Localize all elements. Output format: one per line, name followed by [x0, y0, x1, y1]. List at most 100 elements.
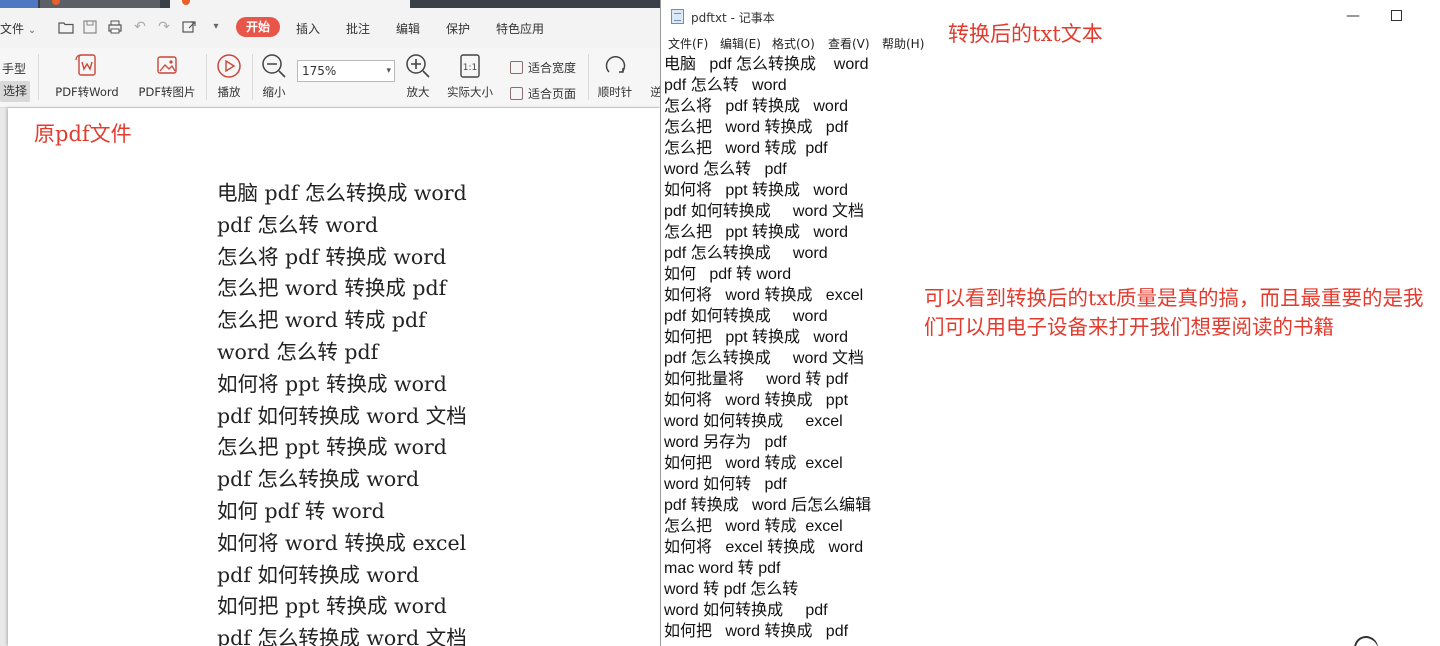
notepad-menu-edit[interactable]: 编辑(E) [720, 35, 761, 52]
play-button[interactable]: 播放 [212, 52, 246, 100]
pdf-reader-window: 文件 ⌄ ↶ ↷ ▾ 开始 插入 批注 编辑 保护 特色应用 手型 选择 PDF… [0, 0, 660, 646]
notepad-title: pdftxt - 记事本 [691, 11, 775, 25]
minimize-icon: — [1346, 8, 1360, 24]
pdf-text-line: pdf 怎么转换成 word [217, 467, 420, 492]
pdf-text-line: word 怎么转 pdf [217, 339, 379, 364]
chevron-down-icon: ▾ [386, 66, 391, 76]
rotate-clockwise-label: 顺时针 [597, 85, 633, 99]
save-icon[interactable] [82, 19, 98, 35]
pdf-to-image-button[interactable]: PDF转图片 [136, 52, 198, 100]
customize-dropdown-icon[interactable]: ▾ [208, 19, 224, 35]
notepad-menu-format[interactable]: 格式(O) [772, 35, 815, 52]
maximize-icon [1390, 10, 1402, 21]
notepad-text-line: pdf 如何转换成 word 文档 [664, 203, 865, 220]
notepad-text-line: 如何将 word 转换成 excel [664, 287, 864, 304]
pdf-to-word-icon [75, 54, 96, 76]
rotate-clockwise-icon [605, 56, 626, 73]
tab-insert[interactable]: 插入 [296, 20, 320, 37]
tab-special-features[interactable]: 特色应用 [496, 20, 544, 37]
open-folder-icon[interactable] [58, 19, 74, 35]
pdf-text-line: 怎么把 word 转成 pdf [217, 308, 426, 333]
fit-width-button[interactable]: 适合宽度 [510, 59, 576, 76]
zoom-out-label: 缩小 [262, 85, 286, 99]
notepad-text-line: 怎么把 word 转成 excel [664, 518, 843, 535]
notepad-text-line: 如何 pdf 转 word [664, 266, 792, 283]
redo-icon[interactable]: ↷ [156, 19, 172, 35]
notepad-text-line: 如何把 ppt 转换成 word [664, 329, 849, 346]
fit-page-icon [510, 87, 523, 100]
print-icon[interactable] [107, 19, 123, 35]
notepad-text-line: word 如何转换成 excel [664, 413, 843, 430]
notepad-text-line: 如何将 word 转换成 ppt [664, 392, 849, 409]
active-document-tab[interactable] [170, 0, 410, 8]
pdf-text-line: 怎么把 ppt 转换成 word [217, 435, 447, 460]
notepad-text-line: word 转 pdf 怎么转 [664, 581, 799, 598]
notepad-menu-file[interactable]: 文件(F) [668, 35, 708, 52]
zoom-out-icon [262, 54, 286, 78]
pdf-text-line: 如何 pdf 转 word [217, 498, 385, 523]
fit-width-icon [510, 61, 523, 74]
notepad-text-line: 如何批量将 word 转 pdf [664, 371, 849, 388]
actual-size-button[interactable]: 1:1 实际大小 [443, 52, 497, 100]
notepad-text-line: 怎么把 ppt 转换成 word [664, 224, 849, 241]
undo-icon[interactable]: ↶ [132, 19, 148, 35]
select-tool-button[interactable]: 选择 [0, 81, 30, 102]
actual-size-label: 实际大小 [447, 85, 493, 99]
pdf-to-word-button[interactable]: PDF转Word [52, 52, 122, 100]
play-icon [217, 54, 241, 78]
rotate-clockwise-button[interactable]: 顺时针 [596, 52, 634, 100]
notepad-text-line: pdf 怎么转换成 word [664, 245, 828, 262]
rotate-counterclockwise-label: 逆 [650, 85, 660, 99]
toolbar-divider [38, 54, 39, 100]
notepad-text-line: word 怎么转 pdf [664, 161, 787, 178]
play-label: 播放 [217, 85, 241, 99]
pdf-text-line: 如何将 ppt 转换成 word [217, 371, 447, 396]
zoom-in-button[interactable]: 放大 [403, 52, 433, 100]
notepad-text-line: pdf 如何转换成 word [664, 308, 828, 325]
notepad-text-line: word 如何转换成 pdf [664, 602, 828, 619]
notepad-text-line: 怎么把 word 转成 pdf [664, 140, 828, 157]
pdf-to-word-label: PDF转Word [55, 85, 119, 99]
menu-file[interactable]: 文件 ⌄ [0, 20, 36, 37]
share-icon[interactable] [181, 19, 197, 35]
home-tab[interactable] [0, 0, 38, 8]
pdf-text-line: 电脑 pdf 怎么转换成 word [217, 181, 467, 205]
notepad-text-line: 如何把 word 转成 excel [664, 455, 843, 472]
notepad-text-line: 如何将 ppt 转换成 word [664, 182, 849, 199]
zoom-in-icon [406, 54, 430, 78]
notepad-menu-help[interactable]: 帮助(H) [882, 35, 924, 52]
fit-page-button[interactable]: 适合页面 [510, 85, 576, 102]
maximize-button[interactable] [1373, 0, 1419, 33]
zoom-level-value: 175% [302, 64, 337, 78]
pdf-text-line: pdf 如何转换成 word 文档 [217, 403, 467, 428]
notepad-text-line: pdf 转换成 word 后怎么编辑 [664, 497, 872, 514]
fit-width-label: 适合宽度 [528, 61, 577, 75]
pdf-text-content: 电脑 pdf 怎么转换成 word pdf 怎么转 word 怎么将 pdf 转换成… [217, 178, 467, 646]
document-tab-strip [0, 0, 660, 8]
pdf-text-line: 如何将 word 转换成 excel [217, 530, 467, 555]
tab-annotate[interactable]: 批注 [346, 20, 370, 37]
ribbon-toolbar: 手型 选择 PDF转Word PDF转图片 播放 缩小 175% ▾ 放大 1:… [0, 48, 660, 108]
hand-tool-button[interactable]: 手型 [2, 60, 26, 77]
tab-protect[interactable]: 保护 [446, 20, 470, 37]
pdf-text-line: pdf 怎么转换成 word 文档 [217, 626, 467, 646]
notepad-menu-view[interactable]: 查看(V) [828, 35, 870, 52]
notepad-text-area[interactable]: 电脑 pdf 怎么转换成 word pdf 怎么转 word 怎么将 pdf 转换成… [664, 54, 871, 642]
rotate-counterclockwise-button[interactable]: 逆 [646, 52, 660, 100]
notepad-text-line: 电脑 pdf 怎么转换成 word [664, 56, 869, 73]
pdf-text-line: 怎么将 pdf 转换成 word [217, 244, 447, 269]
notepad-text-line: 如何将 excel 转换成 word [664, 539, 864, 556]
zoom-level-select[interactable]: 175% ▾ [297, 60, 395, 82]
pdf-to-image-icon [157, 56, 177, 74]
notepad-icon [671, 9, 684, 24]
toolbar-divider [206, 54, 207, 100]
converted-txt-annotation: 转换后的txt文本 [948, 22, 1103, 46]
pdf-to-image-label: PDF转图片 [138, 85, 196, 99]
svg-text:1:1: 1:1 [463, 63, 477, 73]
minimize-button[interactable]: — [1330, 0, 1376, 33]
notepad-text-line: 怎么将 pdf 转换成 word [664, 98, 849, 115]
notepad-text-line: pdf 怎么转换成 word 文档 [664, 350, 865, 367]
zoom-out-button[interactable]: 缩小 [258, 52, 290, 100]
tab-edit[interactable]: 编辑 [396, 20, 420, 37]
tab-start[interactable]: 开始 [236, 17, 280, 37]
